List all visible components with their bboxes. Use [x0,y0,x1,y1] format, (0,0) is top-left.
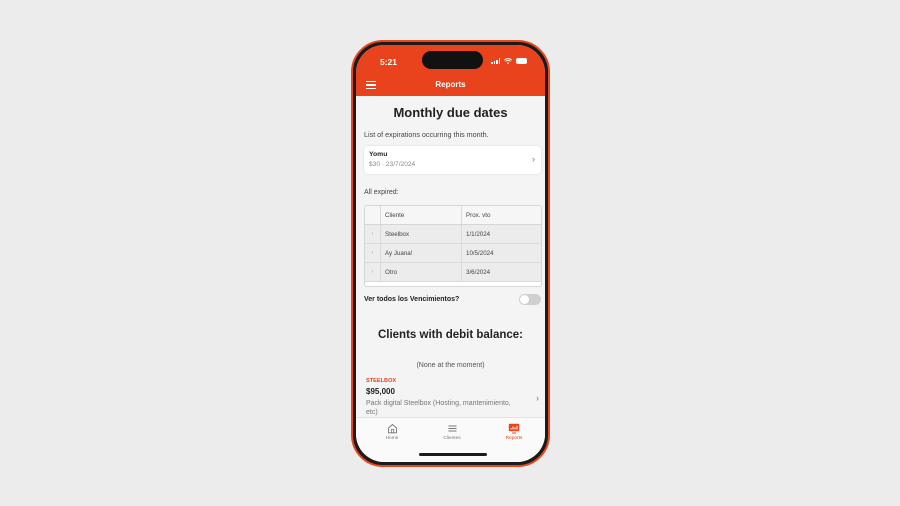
debit-client: STEELBOX [366,378,397,384]
column-header-date: Prox. vto [466,211,491,219]
row-chevron-icon: › [365,225,381,243]
table-row[interactable]: › Ay Juana! 10/5/2024 [365,244,541,263]
row-client: Ay Juana! [381,244,462,262]
home-icon [387,423,397,434]
row-client: Otro [381,263,462,281]
phone-screen: 5:21 Reports Monthly due dates List of e… [356,45,545,462]
chevron-right-icon: › [532,154,535,164]
signal-icon [491,58,500,64]
home-indicator [419,453,487,456]
debit-amount: $95,000 [366,387,395,396]
tab-reports-label: Reports [505,436,523,441]
column-header-client: Cliente [381,206,462,224]
bottom-tab-bar: Home Clientes Reports [356,417,545,462]
dynamic-island [422,51,483,69]
tab-reports[interactable]: Reports [494,423,534,441]
due-date-client: Yomu [369,151,388,158]
battery-icon [516,58,527,64]
chevron-right-icon: › [536,393,539,403]
debit-title: Clients with debit balance: [377,329,524,341]
toggle-knob [520,295,529,304]
due-dates-description: List of expirations occurring this month… [364,130,489,139]
debit-item[interactable]: STEELBOX $95,000 Pack digital Steelbox (… [366,378,541,420]
expired-label: All expired: [364,189,399,196]
tab-home-label: Home [385,436,399,441]
due-dates-title: Monthly due dates [393,105,508,120]
reports-content[interactable]: Monthly due dates List of expirations oc… [356,96,545,417]
row-chevron-icon: › [365,244,381,262]
row-date: 1/1/2024 [466,230,491,238]
table-row[interactable]: › Steelbox 1/1/2024 [365,225,541,244]
status-icons [491,58,527,64]
debit-none-message: (None at the moment) [416,362,485,369]
tab-home[interactable]: Home [372,423,412,441]
row-client: Steelbox [381,225,462,243]
app-header: 5:21 Reports [356,45,545,96]
due-date-detail: $30 · 23/7/2024 [369,161,416,168]
list-icon [448,425,456,432]
reports-icon [508,423,520,434]
row-date: 10/5/2024 [466,249,494,257]
due-date-card[interactable]: Yomu $30 · 23/7/2024 › [364,146,541,174]
tab-clientes[interactable]: Clientes [432,423,472,441]
row-date: 3/6/2024 [466,268,491,276]
table-header: Cliente Prox. vto [365,206,541,225]
show-all-label: Ver todos los Vencimientos? [364,296,460,303]
show-all-toggle[interactable] [519,294,541,305]
row-chevron-icon: › [365,263,381,281]
wifi-icon [504,58,512,64]
tab-clientes-label: Clientes [443,436,461,441]
phone-frame: 5:21 Reports Monthly due dates List of e… [351,40,550,467]
debit-description: Pack digital Steelbox (Hosting, mantenim… [366,400,511,417]
expired-table: Cliente Prox. vto › Steelbox 1/1/2024 › … [364,205,542,287]
table-row[interactable]: › Otro 3/6/2024 [365,263,541,282]
page-title: Reports [435,80,466,89]
status-time: 5:21 [380,57,398,67]
